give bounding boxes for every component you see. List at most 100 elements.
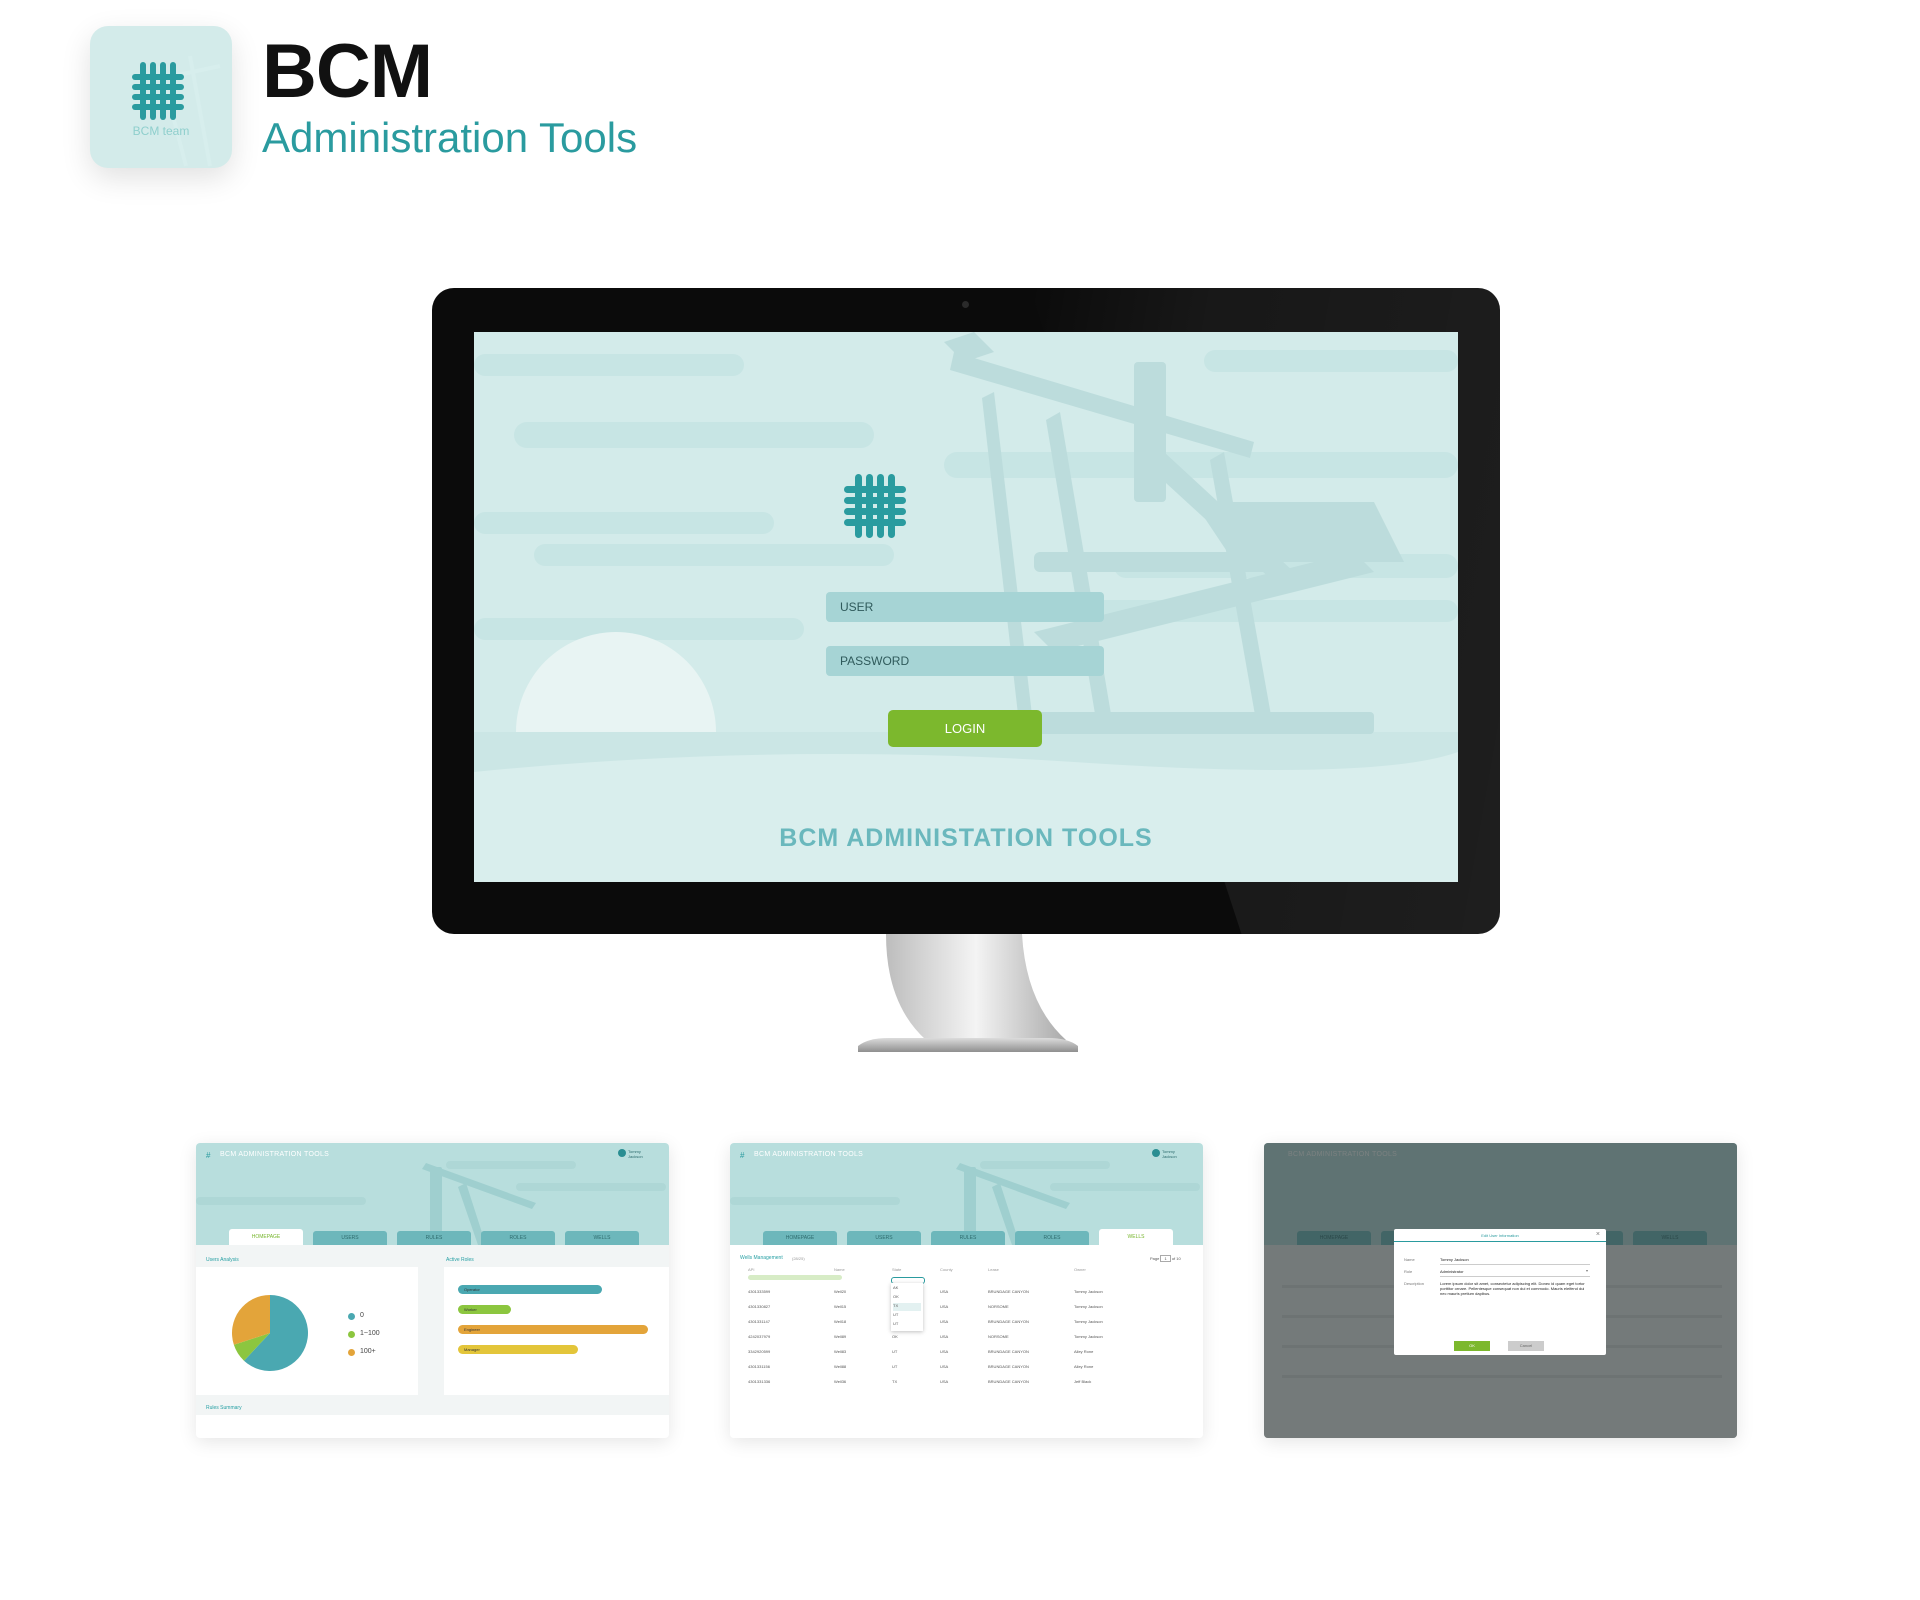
state-dropdown-menu[interactable]: AK OK TX UT UT: [891, 1283, 923, 1331]
dropdown-option[interactable]: UT: [893, 1312, 921, 1320]
tab-wells[interactable]: WELLS: [1099, 1229, 1173, 1245]
tab-users[interactable]: USERS: [847, 1231, 921, 1245]
table-cell: Well15: [834, 1304, 847, 1309]
table-cell: USA: [940, 1349, 949, 1354]
dropdown-option[interactable]: TX: [893, 1303, 921, 1311]
modal-title: Edit User Information: [1481, 1233, 1519, 1238]
tab-roles[interactable]: ROLES: [481, 1231, 555, 1245]
table-cell: 4301331156: [748, 1364, 770, 1369]
password-input[interactable]: PASSWORD: [826, 646, 1104, 676]
table-row[interactable]: 4242037979 Well89 OK USA NORSOME Tommy Jackso…: [748, 1334, 1188, 1346]
app-title: BCM ADMINISTRATION TOOLS: [754, 1151, 864, 1158]
table-cell: Well83: [834, 1349, 847, 1354]
legend-label-0: 0: [360, 1312, 364, 1319]
table-cell: Tommy Jackson: [1074, 1334, 1103, 1339]
users-pie-chart: [232, 1295, 308, 1371]
name-field[interactable]: Tommy Jackson: [1440, 1257, 1469, 1262]
tab-homepage[interactable]: HOMEPAGE: [229, 1229, 303, 1245]
role-bar: Manager: [458, 1345, 578, 1354]
legend-label-1: 1~100: [360, 1330, 380, 1337]
login-hash-logo-icon: [844, 474, 906, 538]
table-cell: Alley Rone: [1074, 1364, 1094, 1369]
role-label: Role: [1404, 1269, 1413, 1274]
login-screen: USER PASSWORD LOGIN BCM ADMINISTATION TO…: [474, 332, 1458, 882]
table-row[interactable]: 4301331147 Well18 USA BRUNDAGE CANYON Tommy …: [748, 1319, 1188, 1331]
users-analysis-card: 0 1~100 100+: [196, 1267, 418, 1395]
wells-body: Wells Management (28/25) Page 1 of 10 AP…: [730, 1245, 1203, 1438]
column-header[interactable]: API: [748, 1267, 754, 1272]
tab-rules[interactable]: RULES: [397, 1231, 471, 1245]
hero-banner: # BCM ADMINISTRATION TOOLS Tommy Jackson …: [196, 1143, 669, 1245]
monitor-stand: [858, 934, 1078, 1052]
table-cell: BRUNDAGE CANYON: [988, 1364, 1029, 1369]
tab-roles[interactable]: ROLES: [1015, 1231, 1089, 1245]
hero-banner: # BCM ADMINISTRATION TOOLS Tommy Jackson …: [730, 1143, 1203, 1245]
role-select[interactable]: Administrator: [1440, 1269, 1464, 1274]
user-input[interactable]: USER: [826, 592, 1104, 622]
table-cell: BRUNDAGE CANYON: [988, 1289, 1029, 1294]
table-cell: USA: [940, 1289, 949, 1294]
wells-management-title: Wells Management: [740, 1255, 783, 1261]
brand-subtitle: Administration Tools: [262, 114, 638, 161]
table-row[interactable]: 4301333599 Well20 USA BRUNDAGE CANYON Tommy …: [748, 1289, 1188, 1301]
legend-dot-1: [348, 1331, 355, 1338]
tab-wells[interactable]: WELLS: [565, 1231, 639, 1245]
current-user[interactable]: Tommy Jackson: [628, 1149, 643, 1159]
table-cell: Well89: [834, 1334, 847, 1339]
thumbnail-homepage: # BCM ADMINISTRATION TOOLS Tommy Jackson …: [196, 1143, 669, 1438]
thumbnail-wells: # BCM ADMINISTRATION TOOLS Tommy Jackson …: [730, 1143, 1203, 1438]
role-bar: Engineer: [458, 1325, 648, 1334]
api-filter-input[interactable]: [748, 1275, 842, 1280]
chevron-down-icon[interactable]: ▾: [1586, 1268, 1588, 1273]
current-user[interactable]: Tommy Jackson: [1162, 1149, 1177, 1159]
table-cell: USA: [940, 1364, 949, 1369]
description-field[interactable]: Lorem ipsum dolor sit amet, consectetur …: [1440, 1281, 1590, 1296]
legend-dot-2: [348, 1349, 355, 1356]
pagination[interactable]: Page 1 of 10: [1150, 1255, 1181, 1262]
table-cell: NORSOME: [988, 1334, 1009, 1339]
table-cell: 4301333599: [748, 1289, 771, 1294]
ok-button[interactable]: OK: [1454, 1341, 1490, 1351]
page-select[interactable]: 1: [1160, 1255, 1171, 1262]
table-cell: Tommy Jackson: [1074, 1289, 1103, 1294]
table-row[interactable]: 3342920599 Well83 UT USA BRUNDAGE CANYON Alle…: [748, 1349, 1188, 1361]
tab-users[interactable]: USERS: [313, 1231, 387, 1245]
table-cell: USA: [940, 1319, 949, 1324]
table-cell: 4301331147: [748, 1319, 770, 1324]
dropdown-option[interactable]: AK: [893, 1285, 921, 1293]
table-cell: Tommy Jackson: [1074, 1319, 1103, 1324]
tab-rules[interactable]: RULES: [931, 1231, 1005, 1245]
tab-homepage[interactable]: HOMEPAGE: [763, 1231, 837, 1245]
thumbnail-edit-user-modal: BCM ADMINISTRATION TOOLS HOMEPAGE USERS …: [1264, 1143, 1737, 1438]
table-row[interactable]: 4301331336 Well36 TX USA BRUNDAGE CANYON Jeff…: [748, 1379, 1188, 1391]
name-label: Name: [1404, 1257, 1415, 1262]
login-button[interactable]: LOGIN: [888, 710, 1042, 747]
column-header[interactable]: County: [940, 1267, 953, 1272]
dropdown-option[interactable]: UT: [893, 1321, 921, 1329]
table-cell: USA: [940, 1334, 949, 1339]
rules-summary-title: Rules Summary: [206, 1405, 242, 1411]
column-header[interactable]: Lease: [988, 1267, 999, 1272]
table-cell: Jeff Black: [1074, 1379, 1092, 1384]
app-icon: BCM team: [90, 26, 232, 168]
app-icon-label: BCM team: [132, 124, 190, 138]
close-icon[interactable]: ×: [1596, 1231, 1600, 1238]
table-cell: Well88: [834, 1364, 847, 1369]
table-cell: USA: [940, 1379, 949, 1384]
table-cell: UT: [892, 1364, 898, 1369]
column-header[interactable]: Owner: [1074, 1267, 1086, 1272]
table-cell: 4301331336: [748, 1379, 771, 1384]
table-row[interactable]: 4301331156 Well88 UT USA BRUNDAGE CANYON Alle…: [748, 1364, 1188, 1376]
table-cell: NORSOME: [988, 1304, 1009, 1309]
table-cell: Tommy Jackson: [1074, 1304, 1103, 1309]
table-cell: Well18: [834, 1319, 847, 1324]
user-avatar-icon: [1152, 1149, 1160, 1157]
cancel-button[interactable]: Cancel: [1508, 1341, 1544, 1351]
column-header[interactable]: State: [892, 1267, 901, 1272]
dropdown-option[interactable]: OK: [893, 1294, 921, 1302]
legend-dot-0: [348, 1313, 355, 1320]
users-analysis-title: Users Analysis: [206, 1257, 239, 1263]
column-header[interactable]: Name: [834, 1267, 845, 1272]
webcam-icon: [962, 301, 969, 308]
table-row[interactable]: 4301330827 Well15 USA NORSOME Tommy Jackson: [748, 1304, 1188, 1316]
